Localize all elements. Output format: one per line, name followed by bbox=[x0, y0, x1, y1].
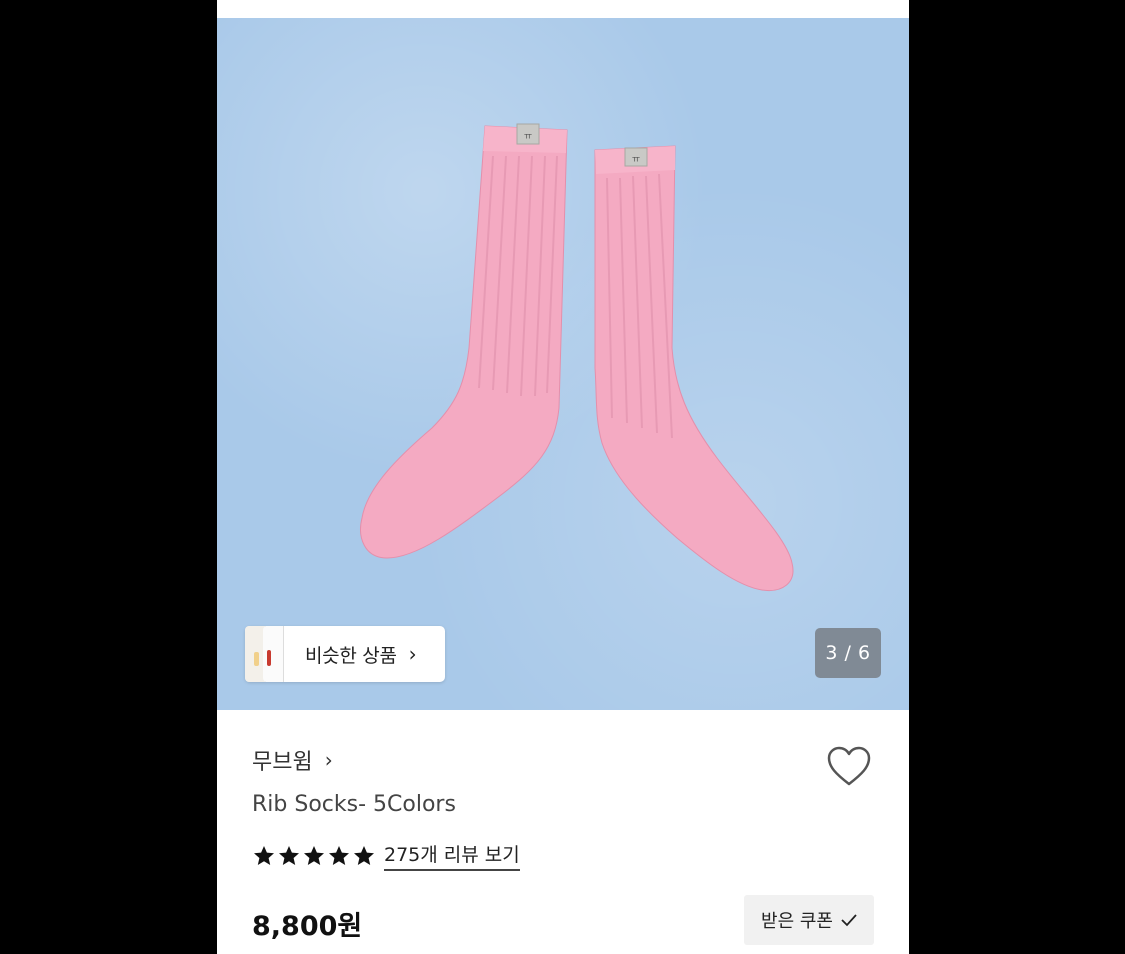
image-page-counter: 3 / 6 bbox=[815, 628, 881, 678]
received-coupon-button[interactable]: 받은 쿠폰 bbox=[744, 895, 874, 945]
star-icon bbox=[254, 845, 274, 865]
star-icon bbox=[329, 845, 349, 865]
coupon-label: 받은 쿠폰 bbox=[761, 911, 833, 932]
reviews-link[interactable]: 275개 리뷰 보기 bbox=[384, 840, 520, 871]
product-price: 8,800원 bbox=[252, 911, 363, 942]
brand-name: 무브윔 bbox=[252, 750, 313, 775]
check-icon bbox=[841, 914, 857, 927]
rating-row: 275개 리뷰 보기 bbox=[252, 840, 520, 871]
chevron-right-icon: › bbox=[324, 748, 333, 772]
star-icon bbox=[304, 845, 324, 865]
product-image-pink-socks: ㅠ ㅠ bbox=[360, 123, 794, 592]
brand-link[interactable]: 무브윔 › bbox=[252, 744, 333, 776]
similar-thumbnail bbox=[263, 626, 284, 682]
similar-products-label: 비슷한 상품 bbox=[305, 644, 397, 667]
star-icon bbox=[279, 845, 299, 865]
svg-text:ㅠ: ㅠ bbox=[524, 132, 532, 142]
product-screen: ㅠ ㅠ 비슷한 상품 › 3 / 6 무브윔 › Rib Socks- 5Col… bbox=[217, 0, 909, 954]
star-rating bbox=[252, 844, 376, 868]
similar-products-thumbnails bbox=[245, 626, 284, 682]
heart-icon[interactable] bbox=[826, 745, 872, 787]
product-image-gallery[interactable]: ㅠ ㅠ 비슷한 상품 › 3 / 6 bbox=[217, 18, 909, 710]
star-icon bbox=[354, 845, 374, 865]
product-title: Rib Socks- 5Colors bbox=[252, 792, 456, 817]
similar-products-button[interactable]: 비슷한 상품 › bbox=[245, 626, 445, 682]
svg-text:ㅠ: ㅠ bbox=[632, 155, 640, 165]
chevron-right-icon: › bbox=[408, 642, 417, 666]
